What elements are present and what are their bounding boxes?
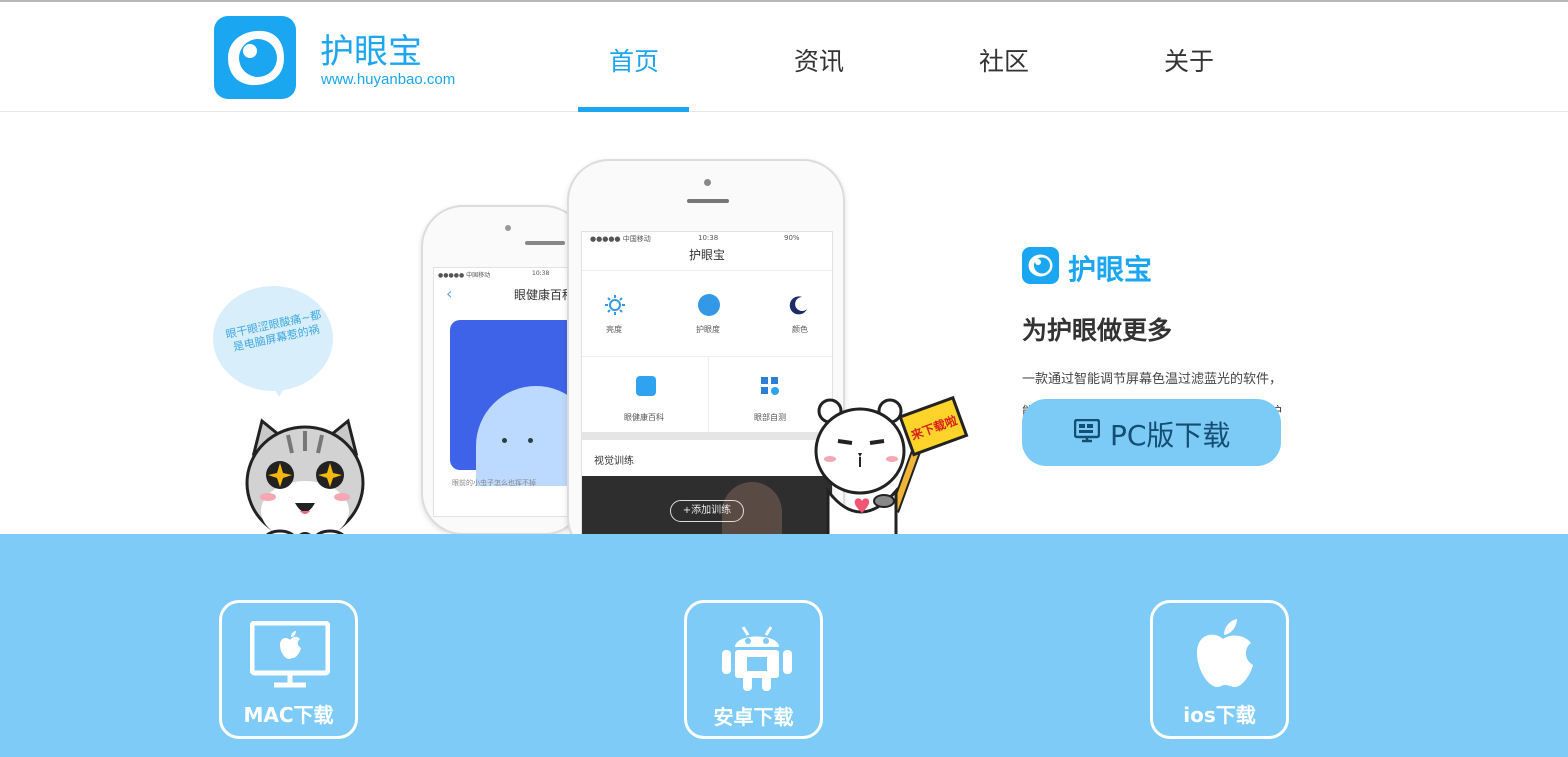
monitor-apple-icon	[250, 621, 330, 688]
phone-mockup-front: ●●●●● 中国移动 10:38 90% 护眼宝 亮度 护眼度 颜色 眼健康百科…	[567, 159, 845, 534]
status-time: 10:38	[532, 270, 550, 277]
pc-download-button[interactable]: PC版下载	[1022, 399, 1281, 466]
android-icon	[722, 626, 792, 691]
download-band: MAC下载 安卓下载 ios下载	[0, 534, 1568, 757]
grid-label-self-test: 眼部自测	[754, 413, 786, 422]
hero-section: 眼干眼涩眼酸痛~都是电脑屏幕惹的祸 ●●●●● 中国移动 10:38 ‹ 眼健康…	[0, 113, 1568, 534]
brightness-icon[interactable]	[604, 294, 626, 316]
bear-mascot-icon: 来下载啦	[814, 395, 969, 534]
apple-icon	[1197, 619, 1253, 687]
eye-protection-icon[interactable]	[698, 294, 720, 316]
card-caption: 眼前的小虫子怎么也挥不掉	[452, 479, 536, 487]
brand-logo[interactable]	[214, 16, 296, 99]
mac-download-label: MAC下载	[243, 703, 334, 727]
mac-download-button[interactable]: MAC下载	[219, 600, 358, 739]
android-download-label: 安卓下载	[713, 705, 794, 729]
grid-label-protection: 护眼度	[696, 325, 720, 334]
right-logo-icon	[1022, 247, 1059, 284]
app-title: 护眼宝	[688, 248, 725, 262]
back-chevron-icon[interactable]: ‹	[446, 284, 452, 303]
brand-name[interactable]: 护眼宝	[320, 24, 422, 73]
status-carrier: ●●●●● 中国移动	[590, 235, 651, 243]
phone-front-screen: ●●●●● 中国移动 10:38 90% 护眼宝 亮度 护眼度 颜色 眼健康百科…	[581, 231, 833, 534]
nav-item-home[interactable]: 首页	[609, 42, 659, 78]
grid-label-brightness: 亮度	[606, 325, 622, 334]
phone-mockup-back: ●●●●● 中国移动 10:38 ‹ 眼健康百科 眼前的小虫子怎么也挥不掉	[421, 205, 593, 534]
right-logo-text: 护眼宝	[1068, 253, 1153, 286]
status-carrier: ●●●●● 中国移动	[438, 272, 491, 279]
encyclopedia-icon[interactable]	[636, 376, 656, 396]
pc-download-label: PC版下载	[1110, 419, 1231, 452]
training-banner: +添加训练	[582, 476, 832, 534]
back-phone-title: 眼健康百科	[514, 288, 575, 302]
cat-mascot-icon	[245, 418, 365, 534]
moon-icon[interactable]	[788, 294, 810, 316]
self-test-icon[interactable]	[760, 376, 780, 396]
grid-label-color: 颜色	[792, 325, 808, 334]
nav-item-about[interactable]: 关于	[1164, 42, 1214, 78]
brand-url[interactable]: www.huyanbao.com	[321, 71, 455, 88]
site-header: 护眼宝 www.huyanbao.com 首页 资讯 社区 关于	[0, 2, 1568, 112]
ios-download-label: ios下载	[1183, 703, 1256, 727]
add-training-button[interactable]: +添加训练	[670, 500, 744, 522]
speech-bubble-tail	[270, 381, 288, 397]
android-download-button[interactable]: 安卓下载	[684, 600, 823, 739]
eye-logo-icon	[228, 30, 284, 86]
status-battery: 90%	[784, 234, 800, 242]
nav-item-news[interactable]: 资讯	[794, 42, 844, 78]
section-title-training: 视觉训练	[594, 456, 634, 467]
grid-label-encyclopedia: 眼健康百科	[624, 413, 664, 422]
ios-download-button[interactable]: ios下载	[1150, 600, 1289, 739]
nav-active-indicator	[578, 107, 689, 112]
nav-item-community[interactable]: 社区	[979, 42, 1029, 78]
monitor-icon	[1074, 419, 1100, 443]
status-time: 10:38	[698, 234, 719, 242]
hero-slogan: 为护眼做更多	[1022, 316, 1173, 345]
